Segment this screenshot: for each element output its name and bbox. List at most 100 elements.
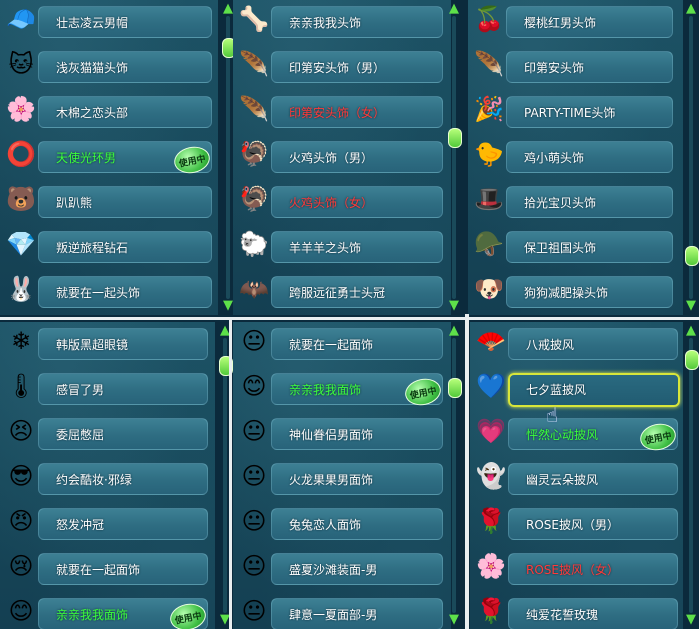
scrollbar[interactable]: ▲ ▼ (683, 0, 699, 315)
scroll-up-arrow-icon[interactable]: ▲ (446, 2, 462, 16)
item-row[interactable]: 😊 亲亲我我面饰 使用中 (4, 592, 212, 629)
item-icon: 🐱 (8, 50, 34, 78)
item-label: 约会酷妆·邪绿 (56, 473, 132, 487)
item-row[interactable]: 🍒 樱桃红男头饰 (472, 0, 677, 40)
scrollbar[interactable]: ▲ ▼ (683, 322, 699, 629)
item-row[interactable]: 😊 亲亲我我面饰 使用中 (237, 367, 447, 409)
item-label: 火龙果果男面饰 (289, 473, 374, 487)
item-icon: 😠 (8, 507, 34, 535)
scroll-thumb[interactable] (448, 128, 462, 148)
item-row[interactable]: 😠 怒发冲冠 (4, 502, 212, 542)
item-icon: 🧢 (6, 5, 36, 33)
item-panel-1: 🧢 壮志凌云男帽 🐱 浅灰猫猫头饰 🌸 木棉之恋头部 ⭕ 天使光环男 使用中 🐻 趴趴熊 💎 叛逆旅程钻… (0, 0, 218, 315)
item-row[interactable]: 🪭 八戒披风 (474, 322, 682, 362)
item-icon: 😢 (8, 552, 34, 580)
scroll-thumb[interactable] (448, 378, 462, 398)
scroll-thumb[interactable] (685, 350, 699, 370)
scroll-down-arrow-icon[interactable]: ▼ (446, 613, 462, 627)
scroll-track[interactable] (226, 16, 230, 299)
item-row[interactable]: 🦴 亲亲我我头饰 (237, 0, 447, 40)
item-row[interactable]: 😢 就要在一起面饰 (4, 547, 212, 587)
item-panel-6: 🪭 八戒披风 💙 七夕蓝披风 💗 怦然心动披风 使用中 👻 幽灵云朵披风 🌹 ROSE披风（男） 🌸 R… (470, 322, 683, 629)
item-row[interactable]: 🪶 印第安头饰 (472, 45, 677, 85)
scroll-thumb[interactable] (685, 246, 699, 266)
item-row[interactable]: 😐 盛夏沙滩装面-男 (237, 547, 447, 587)
item-row[interactable]: 🌡 感冒了男 (4, 367, 212, 407)
item-row[interactable]: 🐑 羊羊羊之头饰 (237, 225, 447, 265)
item-row[interactable]: 🐱 浅灰猫猫头饰 (4, 45, 216, 85)
item-row[interactable]: 👻 幽灵云朵披风 (474, 457, 682, 497)
scrollbar[interactable]: ▲ ▼ (446, 0, 462, 315)
item-icon: 😊 (8, 597, 34, 625)
item-icon: 🌸 (6, 95, 36, 123)
item-icon: 🦃 (239, 140, 269, 168)
item-row[interactable]: 🌸 ROSE披风（女） (474, 547, 682, 587)
item-row[interactable]: 🌹 纯爱花誓玫瑰 (474, 592, 682, 629)
item-row[interactable]: 🧢 壮志凌云男帽 (4, 0, 216, 40)
item-icon: 💙 (476, 372, 506, 400)
item-row[interactable]: ❄ 韩版黑超眼镜 (4, 322, 212, 362)
item-row[interactable]: 🦃 火鸡头饰（女） (237, 180, 447, 220)
item-panel-2: 🦴 亲亲我我头饰 🪶 印第安头饰（男） 🪶 印第安头饰（女） 🦃 火鸡头饰（男） 🦃 火鸡头饰（女… (233, 0, 451, 315)
item-icon: 🦃 (239, 185, 269, 213)
item-row[interactable]: 🦇 跨服远征勇士头冠 (237, 270, 447, 310)
item-label: 浅灰猫猫头饰 (56, 61, 129, 75)
item-row[interactable]: 😐 兔兔恋人面饰 (237, 502, 447, 542)
item-icon: 🪶 (239, 95, 269, 123)
scroll-down-arrow-icon[interactable]: ▼ (446, 299, 462, 313)
item-icon: 😎 (8, 462, 34, 490)
item-row[interactable]: 🐰 就要在一起头饰 (4, 270, 216, 310)
item-row[interactable]: 🎉 PARTY-TIME头饰 (472, 90, 677, 130)
item-row[interactable]: 🪖 保卫祖国头饰 (472, 225, 677, 265)
item-row[interactable]: 😐 肆意一夏面部-男 (237, 592, 447, 629)
item-label: 神仙眷侣男面饰 (289, 428, 374, 442)
item-label: 亲亲我我面饰 (56, 608, 129, 622)
item-icon: ❄ (10, 327, 32, 355)
item-row[interactable]: 🌹 ROSE披风（男） (474, 502, 682, 542)
item-icon: 🌸 (476, 552, 506, 580)
item-row[interactable]: 😎 约会酷妆·邪绿 (4, 457, 212, 497)
item-row[interactable]: 🐻 趴趴熊 (4, 180, 216, 220)
scroll-track[interactable] (223, 338, 227, 613)
item-label: 怒发冲冠 (56, 518, 105, 532)
item-row[interactable]: 😐 火龙果果男面饰 (237, 457, 447, 497)
item-row[interactable]: 💙 七夕蓝披风 (474, 367, 682, 407)
item-label: 木棉之恋头部 (56, 106, 129, 120)
item-icon: 😐 (241, 507, 267, 535)
item-label: PARTY-TIME头饰 (524, 106, 616, 120)
scroll-track[interactable] (452, 16, 456, 299)
item-row[interactable]: 🌸 木棉之恋头部 (4, 90, 216, 130)
item-row[interactable]: 🎩 拾光宝贝头饰 (472, 180, 677, 220)
item-label: 火鸡头饰（男） (289, 151, 374, 165)
item-label: 亲亲我我面饰 (289, 383, 362, 397)
scroll-down-arrow-icon[interactable]: ▼ (683, 299, 699, 313)
scroll-down-arrow-icon[interactable]: ▼ (683, 613, 699, 627)
item-label: 印第安头饰（男） (289, 61, 386, 75)
scroll-track[interactable] (689, 338, 693, 613)
item-row[interactable]: 💎 叛逆旅程钻石 (4, 225, 216, 265)
scroll-up-arrow-icon[interactable]: ▲ (683, 324, 699, 338)
item-panel-5: 😐 就要在一起面饰 😊 亲亲我我面饰 使用中 😐 神仙眷侣男面饰 😐 火龙果果男面饰 😐 兔兔恋人面… (233, 322, 451, 629)
item-row[interactable]: 🪶 印第安头饰（女） (237, 90, 447, 130)
scroll-up-arrow-icon[interactable]: ▲ (683, 2, 699, 16)
item-row[interactable]: ⭕ 天使光环男 使用中 (4, 135, 216, 177)
item-icon: 🪖 (474, 230, 504, 258)
item-label: 天使光环男 (56, 151, 117, 165)
item-row[interactable]: 😐 神仙眷侣男面饰 (237, 412, 447, 452)
item-row[interactable]: 🪶 印第安头饰（男） (237, 45, 447, 85)
panel-divider (229, 318, 232, 629)
item-row[interactable]: 💗 怦然心动披风 使用中 (474, 412, 682, 454)
item-row[interactable]: 🦃 火鸡头饰（男） (237, 135, 447, 175)
item-row[interactable]: 🐤 鸡小萌头饰 (472, 135, 677, 175)
item-label: 幽灵云朵披风 (526, 473, 599, 487)
panel-divider (465, 314, 469, 629)
scrollbar[interactable]: ▲ ▼ (446, 322, 462, 629)
item-icon: 💎 (6, 230, 36, 258)
scroll-up-arrow-icon[interactable]: ▲ (446, 324, 462, 338)
item-row[interactable]: 😣 委屈憋屈 (4, 412, 212, 452)
item-row[interactable]: 😐 就要在一起面饰 (237, 322, 447, 362)
item-icon: 👻 (476, 462, 506, 490)
item-icon: 😐 (241, 597, 267, 625)
item-label: 就要在一起面饰 (56, 563, 141, 577)
item-row[interactable]: 🐶 狗狗减肥操头饰 (472, 270, 677, 310)
